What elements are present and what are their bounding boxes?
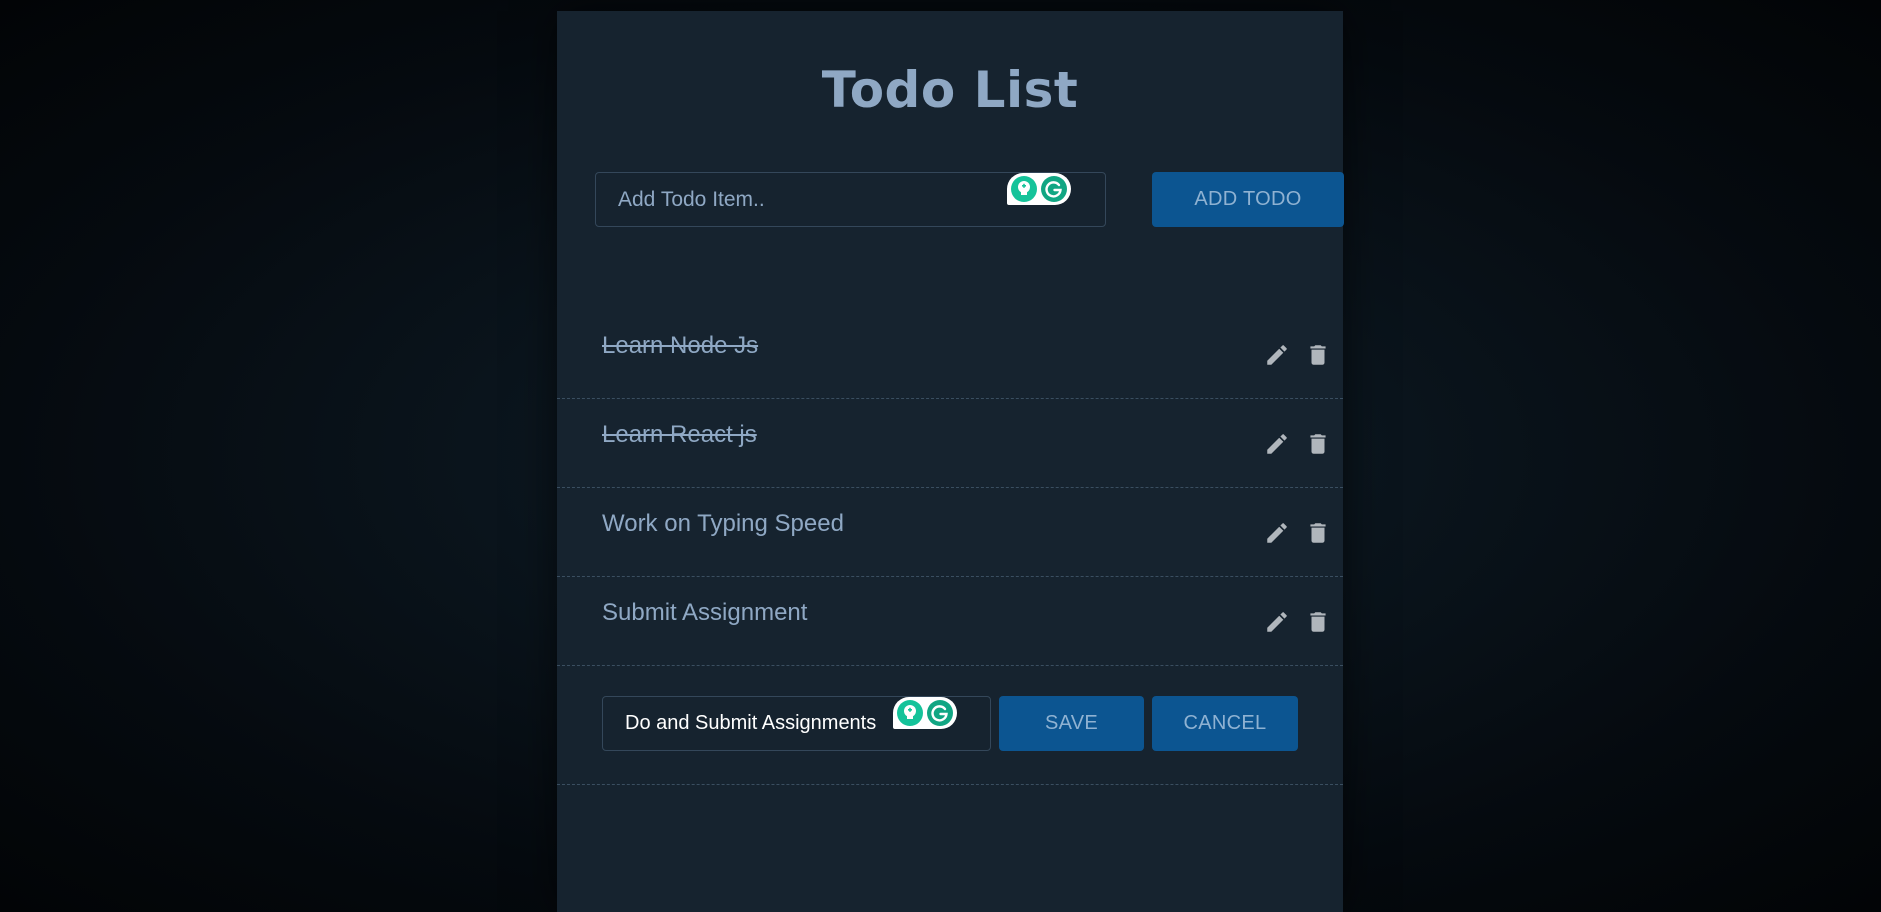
- todo-list: Learn Node Js Learn React js Work on Typ…: [557, 310, 1343, 785]
- add-todo-button[interactable]: ADD TODO: [1152, 172, 1344, 227]
- grammarly-widget[interactable]: [1007, 173, 1071, 205]
- save-button[interactable]: SAVE: [999, 696, 1144, 751]
- todo-item-text[interactable]: Work on Typing Speed: [602, 510, 844, 538]
- trash-icon[interactable]: [1305, 520, 1331, 546]
- edit-todo-form: SAVE CANCEL: [557, 666, 1343, 785]
- lightbulb-icon[interactable]: [1011, 176, 1037, 202]
- pencil-icon[interactable]: [1264, 609, 1290, 635]
- add-todo-input-wrapper[interactable]: [595, 172, 1106, 227]
- grammarly-logo-icon[interactable]: [927, 700, 953, 726]
- trash-icon[interactable]: [1305, 342, 1331, 368]
- todo-item-text[interactable]: Submit Assignment: [602, 599, 807, 627]
- grammarly-widget[interactable]: [893, 697, 957, 729]
- todo-item-text[interactable]: Learn Node Js: [602, 332, 758, 360]
- pencil-icon[interactable]: [1264, 520, 1290, 546]
- trash-icon[interactable]: [1305, 609, 1331, 635]
- edit-todo-input-wrapper[interactable]: [602, 696, 991, 751]
- page-title: Todo List: [821, 61, 1079, 119]
- todo-card: Todo List ADD TO: [557, 11, 1344, 912]
- todo-item-text[interactable]: Learn React js: [602, 421, 757, 449]
- todo-item: Learn Node Js: [557, 310, 1343, 399]
- pencil-icon[interactable]: [1264, 431, 1290, 457]
- add-todo-form: ADD TODO: [595, 172, 1344, 227]
- cancel-button[interactable]: CANCEL: [1152, 696, 1298, 751]
- grammarly-logo-icon[interactable]: [1041, 176, 1067, 202]
- todo-item: Work on Typing Speed: [557, 488, 1343, 577]
- trash-icon[interactable]: [1305, 431, 1331, 457]
- todo-item: Learn React js: [557, 399, 1343, 488]
- lightbulb-icon[interactable]: [897, 700, 923, 726]
- todo-item: Submit Assignment: [557, 577, 1343, 666]
- pencil-icon[interactable]: [1264, 342, 1290, 368]
